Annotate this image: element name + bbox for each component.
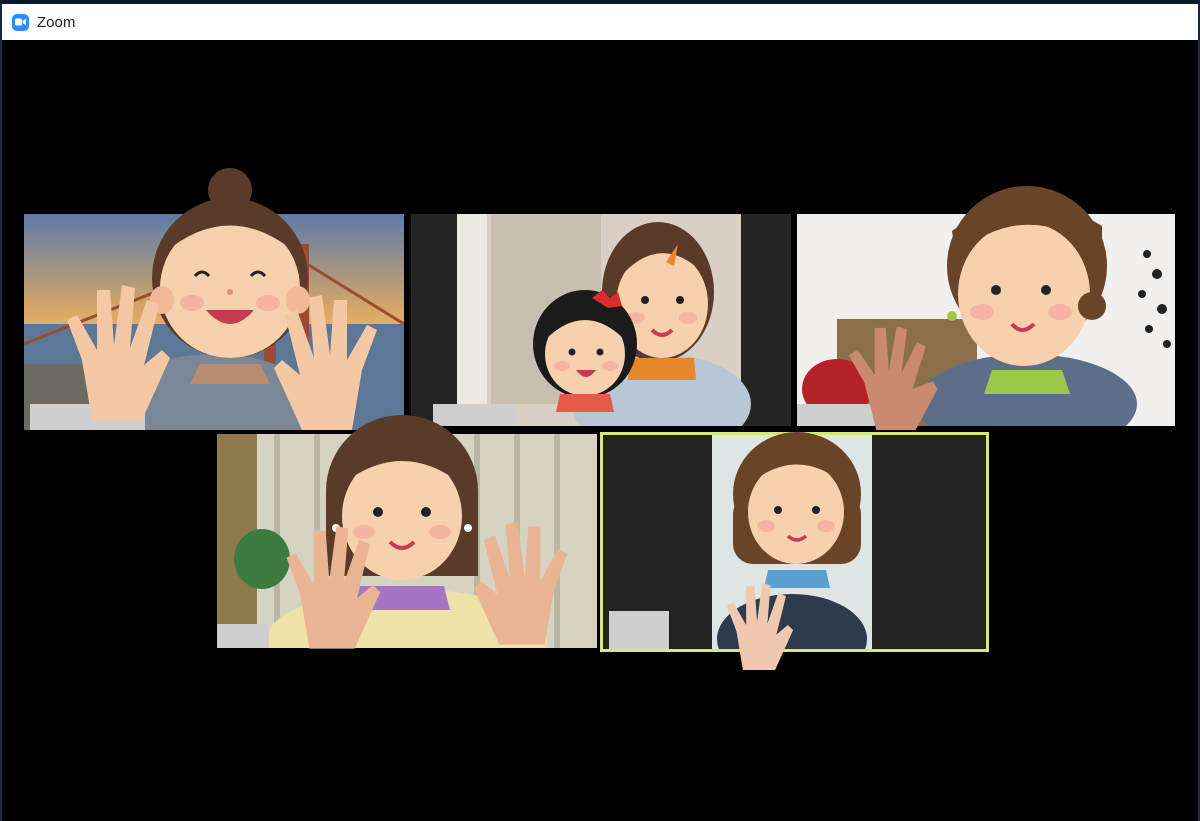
hand-icon: [832, 320, 952, 430]
avatar-overlay-2-child: [530, 290, 640, 412]
title-bar[interactable]: Zoom: [2, 4, 1198, 40]
zoom-camera-icon: [12, 13, 29, 31]
hand-icon: [472, 516, 572, 646]
avatar-overlay-5: [730, 432, 864, 588]
participant-name-tag: [609, 611, 669, 650]
avatar-overlay-3: [942, 186, 1112, 394]
hand-icon: [714, 580, 804, 670]
hand-icon: [62, 280, 172, 420]
hand-icon: [272, 290, 382, 430]
zoom-window: Zoom: [0, 4, 1200, 821]
window-title: Zoom: [37, 13, 76, 31]
hand-icon: [282, 520, 382, 650]
video-gallery: [2, 40, 1198, 821]
participant-name-tag: [217, 624, 269, 648]
